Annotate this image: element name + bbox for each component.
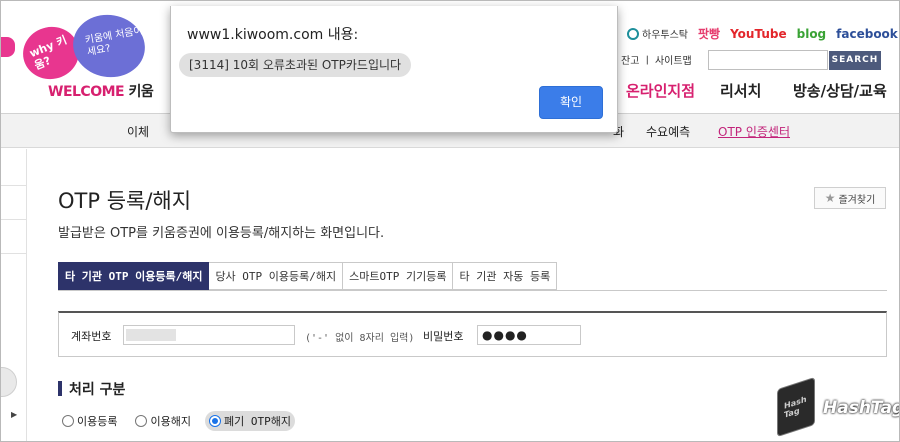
radio-discard-otp-dot[interactable] — [208, 415, 221, 427]
link-youtube[interactable]: YouTube — [730, 27, 787, 41]
tabs-divider — [58, 290, 887, 291]
star-icon: ★ — [824, 191, 836, 205]
top-links: 하우투스탁 팟빵 YouTube blog facebook — [627, 25, 898, 42]
favorite-label: 즐겨찾기 — [838, 194, 876, 206]
search-button[interactable]: SEARCH — [829, 51, 881, 70]
gnb-research[interactable]: 리서치 — [720, 80, 761, 101]
welcome-logo[interactable]: WELCOME 키움 — [48, 81, 154, 101]
account-form: 계좌번호 ('-' 없이 8자리 입력) 비밀번호 ●●●● — [58, 311, 887, 357]
account-number-input[interactable] — [123, 325, 295, 345]
welcome-brand: 키움 — [128, 84, 154, 100]
section-title: 처리 구분 — [69, 382, 126, 398]
link-podcast[interactable]: 팟빵 — [698, 25, 720, 42]
tab-other-institution-otp[interactable]: 타 기관 OTP 이용등록/해지 — [58, 262, 210, 290]
browser-viewport: why 키움? 키움에 처음이세요? WELCOME 키움 하우투스탁 팟빵 Y… — [0, 0, 900, 442]
process-type-radios: 이용등록 이용해지 폐기 OTP해지 — [58, 411, 295, 431]
logo-decoration — [1, 37, 15, 57]
password-input[interactable]: ●●●● — [477, 325, 581, 345]
otp-tabs: 타 기관 OTP 이용등록/해지 당사 OTP 이용등록/해지 스마트OTP 기… — [58, 262, 558, 290]
chevron-right-icon[interactable]: ▶ — [11, 410, 17, 419]
account-hint: ('-' 없이 8자리 입력) — [305, 333, 415, 344]
left-menu-divider — [1, 185, 27, 186]
left-menu-divider — [1, 253, 27, 254]
radio-unregister-dot[interactable] — [135, 415, 148, 427]
link-howtostock[interactable]: 하우투스탁 — [627, 26, 688, 41]
howtostock-icon — [627, 27, 639, 40]
page-description: 발급받은 OTP를 키움증권에 이용등록/해지하는 화면입니다. — [58, 226, 385, 241]
page-title: OTP 등록/해지 — [58, 189, 192, 213]
radio-register-dot[interactable] — [62, 415, 74, 427]
welcome-text: WELCOME — [48, 84, 125, 100]
subnav-demand-forecast[interactable]: 수요예측 — [646, 123, 690, 140]
tab-smart-otp-device[interactable]: 스마트OTP 기기등록 — [343, 262, 454, 290]
radio-register-label: 이용등록 — [77, 415, 118, 428]
password-label: 비밀번호 — [423, 330, 464, 343]
site-search-input[interactable] — [708, 50, 828, 70]
gnb-online-branch[interactable]: 온라인지점 — [626, 80, 695, 101]
alert-dialog: www1.kiwoom.com 내용: [3114] 10회 오류초과된 OTP… — [170, 6, 618, 133]
tab-kiwoom-otp[interactable]: 당사 OTP 이용등록/해지 — [209, 262, 344, 290]
dialog-title: www1.kiwoom.com 내용: — [187, 27, 359, 43]
left-menu-divider — [1, 219, 27, 220]
account-label: 계좌번호 — [71, 330, 112, 343]
radio-discard-otp[interactable]: 폐기 OTP해지 — [204, 411, 295, 431]
utility-links[interactable]: 잔고 ㅣ 사이트맵 — [621, 52, 692, 67]
hashtag-logo-text: Hash Tag — [784, 394, 807, 420]
dialog-message: [3114] 10회 오류초과된 OTP카드입니다 — [179, 53, 412, 77]
radio-unregister[interactable]: 이용해지 — [131, 411, 194, 431]
link-blog[interactable]: blog — [797, 27, 827, 41]
tab-other-institution-auto[interactable]: 타 기관 자동 등록 — [453, 262, 558, 290]
logo-bubble-first-time-text: 키움에 처음이세요? — [84, 25, 144, 59]
link-facebook[interactable]: facebook — [836, 27, 898, 41]
section-marker — [58, 381, 62, 396]
hashtag-watermark: HashTag — [823, 398, 900, 418]
left-side-menu — [1, 149, 27, 441]
radio-unregister-label: 이용해지 — [150, 415, 191, 428]
logo-bubble-first-time[interactable]: 키움에 처음이세요? — [68, 9, 150, 83]
dialog-ok-button[interactable]: 확인 — [539, 86, 603, 119]
radio-register[interactable]: 이용등록 — [58, 411, 121, 431]
masked-account-value — [126, 329, 176, 341]
favorite-button[interactable]: ★ 즐겨찾기 — [814, 187, 886, 209]
gnb-broadcast[interactable]: 방송/상담/교육 — [793, 80, 887, 101]
subnav-otp-center[interactable]: OTP 인증센터 — [718, 123, 790, 140]
subnav-transfer[interactable]: 이체 — [127, 123, 149, 140]
link-howtostock-label: 하우투스탁 — [642, 30, 688, 41]
hashtag-logo-icon: Hash Tag — [777, 376, 815, 438]
radio-discard-otp-label: 폐기 OTP해지 — [223, 415, 291, 428]
